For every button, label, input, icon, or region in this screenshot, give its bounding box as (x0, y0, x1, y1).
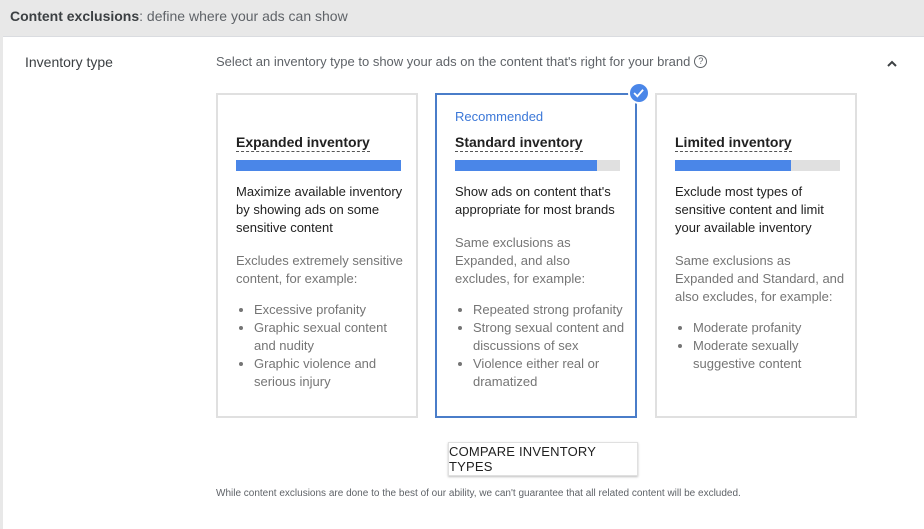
page-title: Content exclusions: define where your ad… (10, 8, 348, 24)
examples-list: Excessive profanity Graphic sexual conte… (236, 301, 409, 391)
list-item: Excessive profanity (254, 301, 409, 319)
list-item: Repeated strong profanity (473, 301, 628, 319)
list-item: Graphic violence and serious injury (254, 355, 409, 391)
exclusions-intro: Same exclusions as Expanded and Standard… (675, 253, 845, 304)
card-description: Maximize available inventory by showing … (236, 184, 403, 235)
card-title: Standard inventory (455, 134, 583, 152)
question-circle-icon[interactable]: ? (694, 55, 708, 68)
footnote: While content exclusions are done to the… (216, 488, 741, 499)
card-description: Show ads on content that's appropriate f… (455, 184, 615, 217)
list-item: Moderate sexually suggestive content (693, 337, 848, 373)
selected-check-icon (628, 82, 650, 104)
list-item: Graphic sexual content and nudity (254, 319, 409, 355)
list-item: Violence either real or dramatized (473, 355, 628, 391)
exclusions-intro: Excludes extremely sensitive content, fo… (236, 253, 403, 286)
card-limited-inventory[interactable]: Limited inventory Exclude most types of … (655, 93, 857, 418)
inventory-level-bar (236, 160, 401, 171)
header-bar: Content exclusions: define where your ad… (0, 0, 924, 36)
compare-inventory-types-button[interactable]: COMPARE INVENTORY TYPES (448, 442, 638, 476)
inventory-level-fill (236, 160, 401, 171)
card-title: Limited inventory (675, 134, 792, 152)
examples-list: Repeated strong profanity Strong sexual … (455, 301, 628, 391)
section-label: Inventory type (25, 54, 113, 70)
section-description-text: Select an inventory type to show your ad… (216, 54, 691, 69)
card-standard-inventory[interactable]: Recommended Standard inventory Show ads … (435, 93, 637, 418)
list-item: Moderate profanity (693, 319, 848, 337)
examples-list: Moderate profanity Moderate sexually sug… (675, 319, 848, 373)
recommended-badge: Recommended (455, 109, 544, 124)
card-expanded-inventory[interactable]: Expanded inventory Maximize available in… (216, 93, 418, 418)
page-title-rest: : define where your ads can show (139, 8, 348, 24)
section-description: Select an inventory type to show your ad… (216, 54, 708, 69)
inventory-type-panel: Inventory type Select an inventory type … (3, 36, 924, 529)
exclusions-intro: Same exclusions as Expanded, and also ex… (455, 235, 586, 286)
inventory-level-bar (675, 160, 840, 171)
card-description: Exclude most types of sensitive content … (675, 184, 824, 235)
inventory-level-fill (455, 160, 597, 171)
inventory-level-bar (455, 160, 620, 171)
card-title: Expanded inventory (236, 134, 370, 152)
inventory-level-fill (675, 160, 791, 171)
page-title-bold: Content exclusions (10, 8, 140, 24)
chevron-up-icon[interactable] (885, 57, 899, 71)
list-item: Strong sexual content and discussions of… (473, 319, 628, 355)
